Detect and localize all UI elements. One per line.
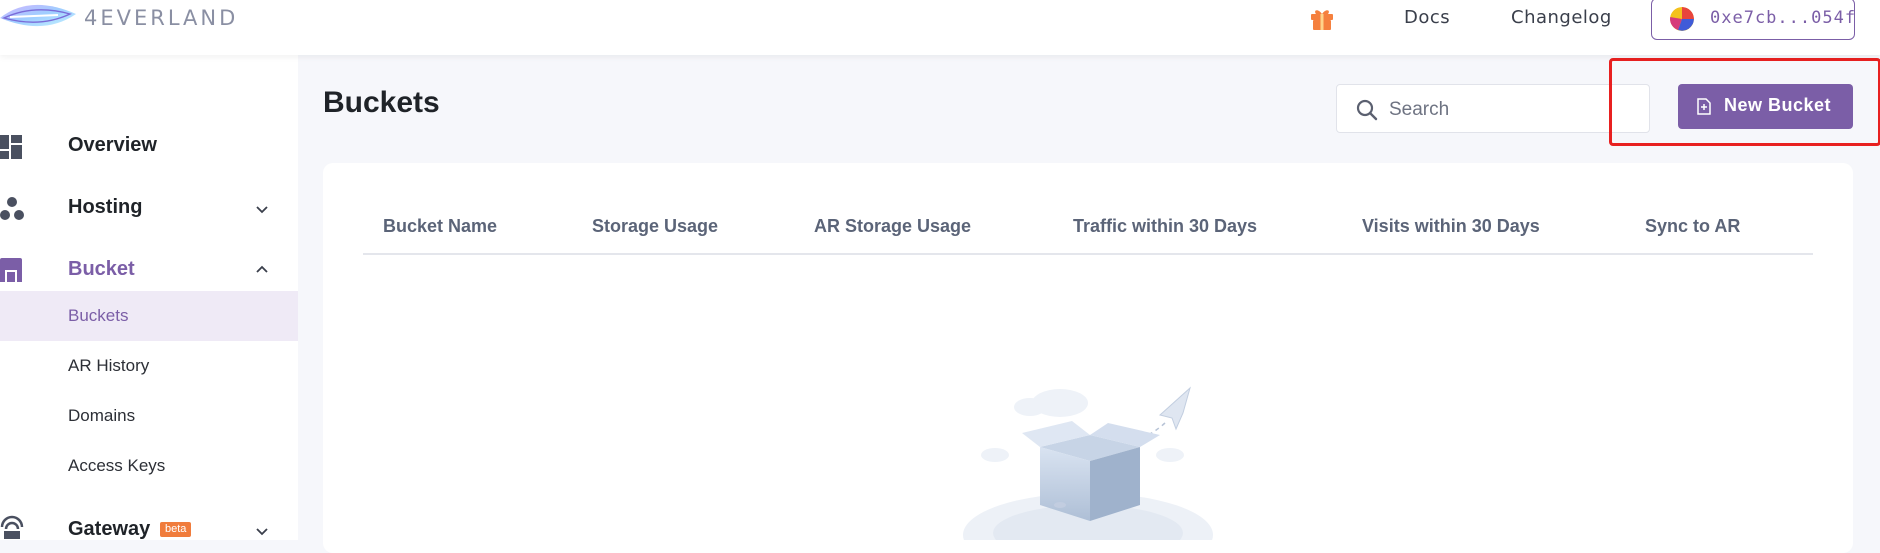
sidebar-label-overview: Overview [68, 134, 157, 156]
empty-box-illustration [963, 386, 1213, 540]
column-header-ar-storage-usage[interactable]: AR Storage Usage [814, 216, 971, 237]
page-title: Buckets [323, 86, 440, 119]
logo-text: 4EVERLAND [84, 6, 239, 30]
table-header-divider [363, 253, 1813, 255]
sidebar-item-gateway[interactable]: Gateway beta [0, 509, 298, 549]
sidebar-label-bucket: Bucket [68, 258, 135, 280]
gift-icon[interactable] [1309, 5, 1335, 31]
column-header-traffic[interactable]: Traffic within 30 Days [1073, 216, 1257, 237]
search-icon [1356, 99, 1378, 121]
search-box[interactable] [1336, 84, 1650, 133]
column-header-bucket-name[interactable]: Bucket Name [383, 216, 497, 237]
new-file-icon [1697, 98, 1711, 115]
sidebar-label-domains: Domains [68, 406, 136, 425]
bucket-icon [0, 258, 22, 282]
search-input[interactable] [1387, 96, 1631, 124]
sidebar-label-gateway: Gateway [68, 518, 151, 540]
column-header-visits[interactable]: Visits within 30 Days [1362, 216, 1540, 237]
sidebar-item-overview[interactable]: Overview [0, 124, 298, 168]
column-header-sync-to-ar[interactable]: Sync to AR [1645, 216, 1740, 237]
chevron-up-icon [256, 265, 268, 273]
sidebar-item-buckets[interactable]: Buckets [0, 291, 298, 341]
sidebar-item-hosting[interactable]: Hosting [0, 186, 298, 230]
wallet-address: 0xe7cb...054f [1710, 8, 1857, 28]
sidebar-item-domains[interactable]: Domains [0, 391, 298, 441]
sidebar-label-access-keys: Access Keys [68, 456, 166, 475]
sidebar: Overview Hosting Bucket Buckets AR Histo… [0, 55, 298, 540]
hosting-icon [0, 197, 24, 220]
gateway-icon [0, 515, 24, 539]
sidebar-item-bucket[interactable]: Bucket [0, 248, 298, 292]
beta-badge: beta [160, 522, 192, 537]
top-bar: 4EVERLAND Docs Changelog 0xe7cb...054f [0, 0, 1880, 55]
sidebar-label-buckets: Buckets [68, 306, 129, 325]
logo-mark-icon [0, 4, 76, 27]
new-bucket-button[interactable]: New Bucket [1678, 84, 1853, 129]
sidebar-item-access-keys[interactable]: Access Keys [0, 441, 298, 491]
sidebar-item-ar-history[interactable]: AR History [0, 341, 298, 391]
column-header-storage-usage[interactable]: Storage Usage [592, 216, 718, 237]
sidebar-label-hosting: Hosting [68, 196, 143, 218]
chevron-down-icon [256, 528, 268, 536]
new-bucket-label: New Bucket [1724, 95, 1832, 115]
wallet-button[interactable]: 0xe7cb...054f [1651, 0, 1855, 40]
docs-link[interactable]: Docs [1404, 7, 1450, 28]
sidebar-label-ar-history: AR History [68, 356, 150, 375]
dashboard-icon [0, 135, 22, 159]
chevron-down-icon [256, 206, 268, 214]
wallet-avatar-icon [1670, 7, 1694, 31]
logo[interactable]: 4EVERLAND [0, 0, 280, 40]
changelog-link[interactable]: Changelog [1511, 7, 1612, 28]
